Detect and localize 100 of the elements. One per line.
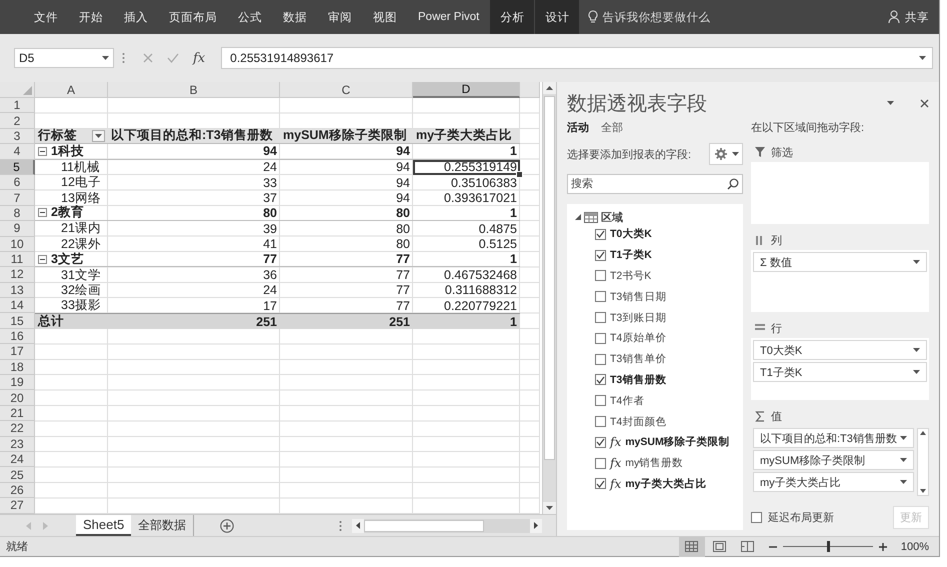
row-header[interactable]: 5 xyxy=(0,160,35,175)
checkbox[interactable] xyxy=(595,395,606,406)
row-header[interactable]: 24 xyxy=(0,452,35,468)
row-header[interactable]: 8 xyxy=(0,206,35,222)
field-label[interactable]: T4作者 xyxy=(610,394,644,408)
column-header[interactable]: D xyxy=(413,82,520,98)
zoom-in-icon[interactable] xyxy=(878,542,887,550)
share-button[interactable]: 共享 xyxy=(888,0,929,34)
checkbox[interactable] xyxy=(595,312,606,324)
scrollbar-thumb[interactable] xyxy=(544,96,555,460)
row-header[interactable]: 11 xyxy=(0,252,35,268)
search-icon[interactable] xyxy=(727,178,739,190)
tell-me-search[interactable]: 告诉我你想要做什么 xyxy=(588,0,710,34)
scroll-up-icon[interactable] xyxy=(546,86,553,90)
row-header[interactable]: 2 xyxy=(0,113,35,129)
slider-thumb[interactable] xyxy=(826,541,830,552)
collapse-triangle-icon[interactable] xyxy=(575,214,581,220)
row-header[interactable]: 23 xyxy=(0,436,35,452)
check-icon[interactable] xyxy=(167,53,179,63)
row-header[interactable]: 9 xyxy=(0,221,35,237)
ribbon-tab[interactable]: 公式 xyxy=(228,0,272,34)
collapse-icon[interactable] xyxy=(38,254,47,264)
search-field[interactable]: 搜索 xyxy=(567,174,743,194)
sheet-tab[interactable]: Sheet5 xyxy=(76,515,132,536)
view-button[interactable] xyxy=(678,536,705,556)
field-label[interactable]: T4原始单价 xyxy=(610,331,666,346)
pane-tab[interactable]: 全部 xyxy=(601,120,623,134)
field-label[interactable]: T3销售册数 xyxy=(610,372,666,387)
formula-field[interactable]: 0.25531914893617 xyxy=(221,47,933,69)
horizontal-scrollbar[interactable] xyxy=(352,518,542,532)
checkbox[interactable] xyxy=(595,354,606,365)
checkbox[interactable] xyxy=(595,374,606,386)
column-header[interactable]: C xyxy=(280,82,413,98)
ribbon-tab[interactable]: 分析 xyxy=(490,0,534,34)
row-header[interactable]: 22 xyxy=(0,421,35,437)
row-header[interactable]: 20 xyxy=(0,390,35,406)
row-header[interactable]: 17 xyxy=(0,344,35,360)
filter-dropdown-button[interactable] xyxy=(92,130,105,142)
row-header[interactable]: 27 xyxy=(0,498,35,514)
field-label[interactable]: T3销售日期 xyxy=(610,290,666,304)
ribbon-tab[interactable]: 文件 xyxy=(24,0,68,34)
checkbox[interactable] xyxy=(595,270,606,282)
name-box-field[interactable]: D5 xyxy=(14,48,114,68)
area-field-item[interactable]: T1子类K xyxy=(753,362,927,382)
field-label[interactable]: T1子类K xyxy=(610,248,652,262)
row-header[interactable]: 18 xyxy=(0,360,35,376)
scrollbar-thumb[interactable] xyxy=(364,520,484,532)
scroll-left-icon[interactable] xyxy=(356,522,360,529)
row-header[interactable]: 14 xyxy=(0,298,35,314)
checkbox[interactable] xyxy=(595,478,606,490)
collapse-icon[interactable] xyxy=(38,208,47,218)
row-header[interactable]: 7 xyxy=(0,190,35,206)
ribbon-tab[interactable]: 页面布局 xyxy=(159,0,227,34)
column-header[interactable]: A xyxy=(35,82,108,98)
scroll-right-icon[interactable] xyxy=(534,522,538,529)
area-field-item[interactable]: mySUM移除子类限制 xyxy=(753,450,914,470)
checkbox[interactable] xyxy=(595,228,606,240)
ribbon-tab[interactable]: 审阅 xyxy=(318,0,362,34)
row-header[interactable]: 4 xyxy=(0,144,35,160)
add-sheet-icon[interactable] xyxy=(220,518,234,532)
ribbon-tab[interactable]: 设计 xyxy=(535,0,580,34)
row-header[interactable]: 19 xyxy=(0,375,35,390)
area-field-item[interactable]: 以下项目的总和:T3销售册数 xyxy=(753,428,914,448)
scroll-up-icon[interactable] xyxy=(918,429,928,437)
row-header[interactable]: 15 xyxy=(0,313,35,329)
row-header[interactable]: 1 xyxy=(0,98,35,114)
checkbox[interactable] xyxy=(595,250,606,261)
field-label[interactable]: T4封面颜色 xyxy=(610,414,666,429)
close-icon[interactable] xyxy=(920,98,929,108)
checkbox[interactable] xyxy=(595,332,606,344)
table-label[interactable]: 区域 xyxy=(601,210,623,224)
row-header[interactable]: 12 xyxy=(0,267,35,283)
checkbox-label[interactable]: 延迟布局更新 xyxy=(768,510,834,524)
row-header[interactable]: 16 xyxy=(0,328,35,344)
row-header[interactable]: 3 xyxy=(0,128,35,144)
row-header[interactable]: 26 xyxy=(0,482,35,498)
field-label[interactable]: T0大类K xyxy=(610,227,652,242)
area-field-item[interactable]: Σ 数值 xyxy=(753,252,927,272)
drop-area[interactable]: T0大类K T1子类K xyxy=(751,338,929,400)
area-field-item[interactable]: T0大类K xyxy=(753,340,927,360)
row-header[interactable]: 6 xyxy=(0,174,35,190)
field-label[interactable]: my子类大类占比 xyxy=(625,476,706,491)
field-label[interactable]: T3销售单价 xyxy=(610,352,666,366)
row-header[interactable]: 21 xyxy=(0,406,35,422)
row-header[interactable]: 13 xyxy=(0,282,35,298)
ribbon-tab[interactable]: 开始 xyxy=(69,0,113,34)
column-header[interactable]: B xyxy=(108,82,280,98)
field-label[interactable]: T3到账日期 xyxy=(610,310,666,325)
checkbox[interactable] xyxy=(595,436,606,448)
checkbox[interactable] xyxy=(751,512,762,522)
drop-area[interactable]: Σ 数值 xyxy=(751,250,929,312)
ribbon-tab[interactable]: Power Pivot xyxy=(408,0,490,34)
settings-button[interactable] xyxy=(709,143,743,165)
area-field-item[interactable]: my子类大类占比 xyxy=(753,472,914,492)
zoom-level[interactable]: 100% xyxy=(900,540,929,552)
scroll-down-icon[interactable] xyxy=(918,487,928,495)
checkbox[interactable] xyxy=(595,416,606,428)
ribbon-tab[interactable]: 数据 xyxy=(273,0,317,34)
insert-function-button[interactable]: fx xyxy=(193,50,206,66)
checkbox[interactable] xyxy=(595,291,606,302)
